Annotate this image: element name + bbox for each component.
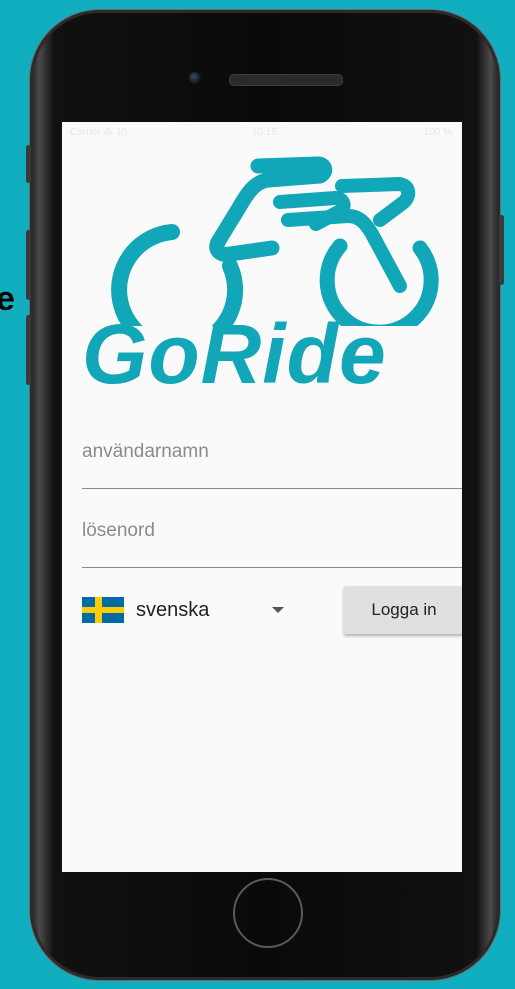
language-label: svenska <box>136 598 210 621</box>
status-bar: Carrier ⁂ 10 10:15 100 % <box>62 122 462 144</box>
bike-logo-icon <box>111 156 439 326</box>
brand-wordmark: GoRide <box>82 307 387 401</box>
side-text: e <box>0 280 15 318</box>
language-dropdown[interactable]: svenska <box>82 592 287 628</box>
app-screen: Carrier ⁂ 10 10:15 100 % GoRide användar… <box>62 122 462 872</box>
username-underline <box>82 488 462 489</box>
username-input[interactable] <box>82 437 462 467</box>
password-underline <box>82 567 462 568</box>
camera-icon <box>189 72 201 84</box>
home-button[interactable] <box>233 878 303 948</box>
sweden-flag-icon <box>82 597 124 623</box>
power-button <box>499 215 504 285</box>
phone-frame: Carrier ⁂ 10 10:15 100 % GoRide användar… <box>26 10 504 980</box>
login-button[interactable]: Logga in <box>344 586 462 634</box>
speaker-grille <box>229 74 343 86</box>
volume-up-button <box>26 230 31 300</box>
mute-switch <box>26 145 31 183</box>
password-input[interactable] <box>82 516 462 546</box>
username-field[interactable] <box>82 437 462 489</box>
status-carrier: Carrier ⁂ 10 <box>70 127 128 138</box>
volume-down-button <box>26 315 31 385</box>
status-time: 10:15 <box>252 127 278 138</box>
status-battery: 100 % <box>423 127 452 138</box>
dropdown-caret-icon[interactable] <box>272 607 284 613</box>
password-field[interactable] <box>82 516 462 568</box>
